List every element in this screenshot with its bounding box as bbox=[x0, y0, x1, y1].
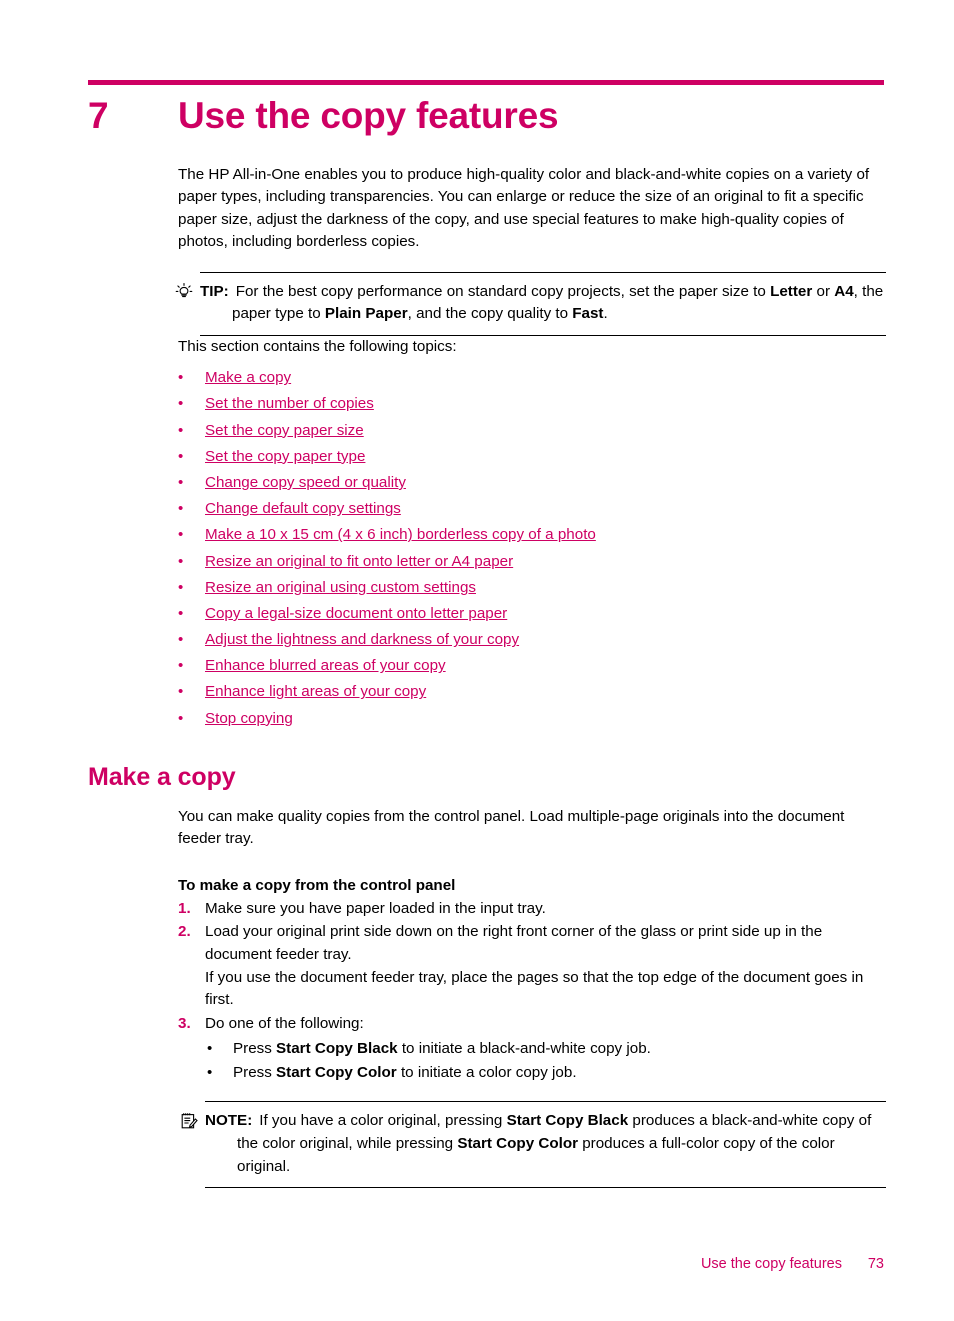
procedure-title: To make a copy from the control panel bbox=[178, 876, 456, 894]
document-content: The HP All-in-One enables you to produce… bbox=[175, 164, 888, 734]
list-item[interactable]: • Adjust the lightness and darkness of yo… bbox=[178, 629, 888, 651]
topic-link-make-a-copy[interactable]: Make a copy bbox=[205, 369, 291, 386]
topic-link-adjust-lightness-and-darkness[interactable]: Adjust the lightness and darkness of you… bbox=[205, 631, 519, 648]
topic-link-change-default-copy-settings[interactable]: Change default copy settings bbox=[205, 500, 401, 517]
list-item[interactable]: • Set the copy paper size bbox=[178, 420, 888, 442]
note-bold-1: Start Copy Black bbox=[506, 1112, 629, 1130]
tip-text-5: . bbox=[603, 305, 608, 323]
bullet-glyph: • bbox=[178, 604, 184, 622]
footer-chapter-title: Use the copy features bbox=[700, 1256, 842, 1272]
topic-link-borderless-copy-of-a-photo[interactable]: Make a 10 x 15 cm (4 x 6 inch) borderles… bbox=[205, 526, 596, 543]
chapter-number: 7 bbox=[88, 95, 109, 136]
topic-link-set-the-copy-paper-size[interactable]: Set the copy paper size bbox=[205, 422, 364, 439]
list-item[interactable]: • Resize an original using custom setting… bbox=[178, 577, 888, 599]
tip-label: TIP: bbox=[200, 282, 229, 300]
bullet-glyph: • bbox=[178, 369, 184, 387]
topic-link-enhance-light-areas[interactable]: Enhance light areas of your copy bbox=[205, 683, 426, 700]
tip-bold-2: A4 bbox=[834, 282, 854, 300]
tip-text-4: , and the copy quality to bbox=[407, 305, 573, 323]
substep-prefix: Press bbox=[233, 1040, 277, 1058]
bullet-glyph: • bbox=[178, 683, 184, 701]
topic-link-resize-to-fit-letter-or-a4[interactable]: Resize an original to fit onto letter or… bbox=[205, 553, 513, 570]
list-item[interactable]: • Set the number of copies bbox=[178, 393, 888, 415]
substeps-list: • Press Start Copy Black to initiate a bl… bbox=[205, 1037, 888, 1085]
bullet-glyph: • bbox=[178, 395, 184, 413]
substep-suffix: to initiate a black-and-white copy job. bbox=[397, 1040, 651, 1058]
bullet-glyph: • bbox=[178, 526, 184, 544]
substep-item: • Press Start Copy Color to initiate a co… bbox=[205, 1061, 888, 1085]
substep-bold: Start Copy Black bbox=[276, 1040, 398, 1058]
bullet-glyph: • bbox=[178, 631, 184, 649]
topic-link-copy-legal-size-document[interactable]: Copy a legal-size document onto letter p… bbox=[205, 605, 507, 622]
list-item[interactable]: • Change default copy settings bbox=[178, 498, 888, 520]
document-page: 7 Use the copy features The HP All-in-On… bbox=[0, 0, 954, 1321]
notepad-pencil-icon bbox=[179, 1111, 199, 1131]
tip-text: TIP: For the best copy performance on sta… bbox=[200, 281, 886, 326]
tip-callout: TIP: For the best copy performance on sta… bbox=[175, 271, 886, 336]
step-number: 1. bbox=[178, 899, 191, 917]
tip-bold-4: Fast bbox=[572, 305, 604, 323]
topics-list: • Make a copy • Set the number of copies •… bbox=[178, 367, 888, 729]
page-title: Use the copy features bbox=[178, 95, 559, 136]
chapter-header: 7 Use the copy features bbox=[88, 92, 888, 140]
bullet-glyph: • bbox=[178, 500, 184, 518]
topic-link-change-copy-speed-or-quality[interactable]: Change copy speed or quality bbox=[205, 474, 406, 491]
step-number: 3. bbox=[178, 1014, 191, 1032]
intro-paragraph: The HP All-in-One enables you to produce… bbox=[178, 166, 870, 251]
list-item[interactable]: • Make a copy bbox=[178, 367, 888, 389]
bullet-glyph: • bbox=[207, 1064, 213, 1082]
bullet-glyph: • bbox=[178, 709, 184, 727]
step-extra-text: If you use the document feeder tray, pla… bbox=[205, 968, 864, 1009]
section-heading-make-a-copy: Make a copy bbox=[88, 763, 236, 791]
topic-link-enhance-blurred-areas[interactable]: Enhance blurred areas of your copy bbox=[205, 657, 446, 674]
footer-page-number: 73 bbox=[867, 1256, 884, 1272]
tip-text-2: or bbox=[812, 282, 835, 300]
tip-bold-1: Letter bbox=[770, 282, 813, 300]
step-item: 2. Load your original print side down on… bbox=[178, 921, 888, 1011]
substep-prefix: Press bbox=[233, 1064, 277, 1082]
bullet-glyph: • bbox=[178, 552, 184, 570]
list-item[interactable]: • Enhance light areas of your copy bbox=[178, 681, 888, 703]
note-label: NOTE: bbox=[205, 1112, 253, 1130]
topic-link-set-the-number-of-copies[interactable]: Set the number of copies bbox=[205, 395, 374, 412]
note-text-1: If you have a color original, pressing bbox=[259, 1112, 507, 1130]
step-text: Do one of the following: bbox=[205, 1014, 364, 1032]
list-item[interactable]: • Change copy speed or quality bbox=[178, 472, 888, 494]
step-item: 1. Make sure you have paper loaded in th… bbox=[178, 898, 888, 921]
topic-link-stop-copying[interactable]: Stop copying bbox=[205, 710, 293, 727]
list-item[interactable]: • Resize an original to fit onto letter o… bbox=[178, 551, 888, 573]
list-item[interactable]: • Set the copy paper type bbox=[178, 446, 888, 468]
list-item[interactable]: • Make a 10 x 15 cm (4 x 6 inch) borderle… bbox=[178, 524, 888, 546]
chapter-rule bbox=[88, 80, 884, 85]
procedure-steps: 1. Make sure you have paper loaded in th… bbox=[178, 898, 888, 1086]
step-number: 2. bbox=[178, 923, 191, 941]
bullet-glyph: • bbox=[178, 421, 184, 439]
substep-suffix: to initiate a color copy job. bbox=[396, 1064, 577, 1082]
topics-lead-in: This section contains the following topi… bbox=[178, 337, 457, 355]
section-paragraph: You can make quality copies from the con… bbox=[178, 808, 845, 848]
tip-bold-3: Plain Paper bbox=[324, 305, 408, 323]
step-item: 3. Do one of the following: • Press Start… bbox=[178, 1013, 888, 1086]
topic-link-set-the-copy-paper-type[interactable]: Set the copy paper type bbox=[205, 448, 365, 465]
bullet-glyph: • bbox=[178, 578, 184, 596]
step-text: Make sure you have paper loaded in the i… bbox=[205, 899, 546, 917]
section-content: You can make quality copies from the con… bbox=[178, 806, 888, 1189]
bullet-glyph: • bbox=[178, 657, 184, 675]
page-footer: Use the copy features 73 bbox=[0, 1256, 954, 1280]
substep-item: • Press Start Copy Black to initiate a bl… bbox=[205, 1037, 888, 1061]
tip-text-1: For the best copy performance on standar… bbox=[235, 282, 771, 300]
lightbulb-icon bbox=[174, 282, 194, 302]
list-item[interactable]: • Copy a legal-size document onto letter … bbox=[178, 603, 888, 625]
list-item[interactable]: • Enhance blurred areas of your copy bbox=[178, 655, 888, 677]
bullet-glyph: • bbox=[207, 1040, 213, 1058]
note-text: NOTE: If you have a color original, press… bbox=[205, 1110, 886, 1178]
topic-link-resize-using-custom-settings[interactable]: Resize an original using custom settings bbox=[205, 579, 476, 596]
bullet-glyph: • bbox=[178, 447, 184, 465]
note-bold-2: Start Copy Color bbox=[457, 1134, 579, 1152]
substep-bold: Start Copy Color bbox=[276, 1064, 397, 1082]
list-item[interactable]: • Stop copying bbox=[178, 708, 888, 730]
note-callout: NOTE: If you have a color original, press… bbox=[181, 1101, 886, 1189]
step-text: Load your original print side down on th… bbox=[205, 923, 823, 963]
bullet-glyph: • bbox=[178, 473, 184, 491]
